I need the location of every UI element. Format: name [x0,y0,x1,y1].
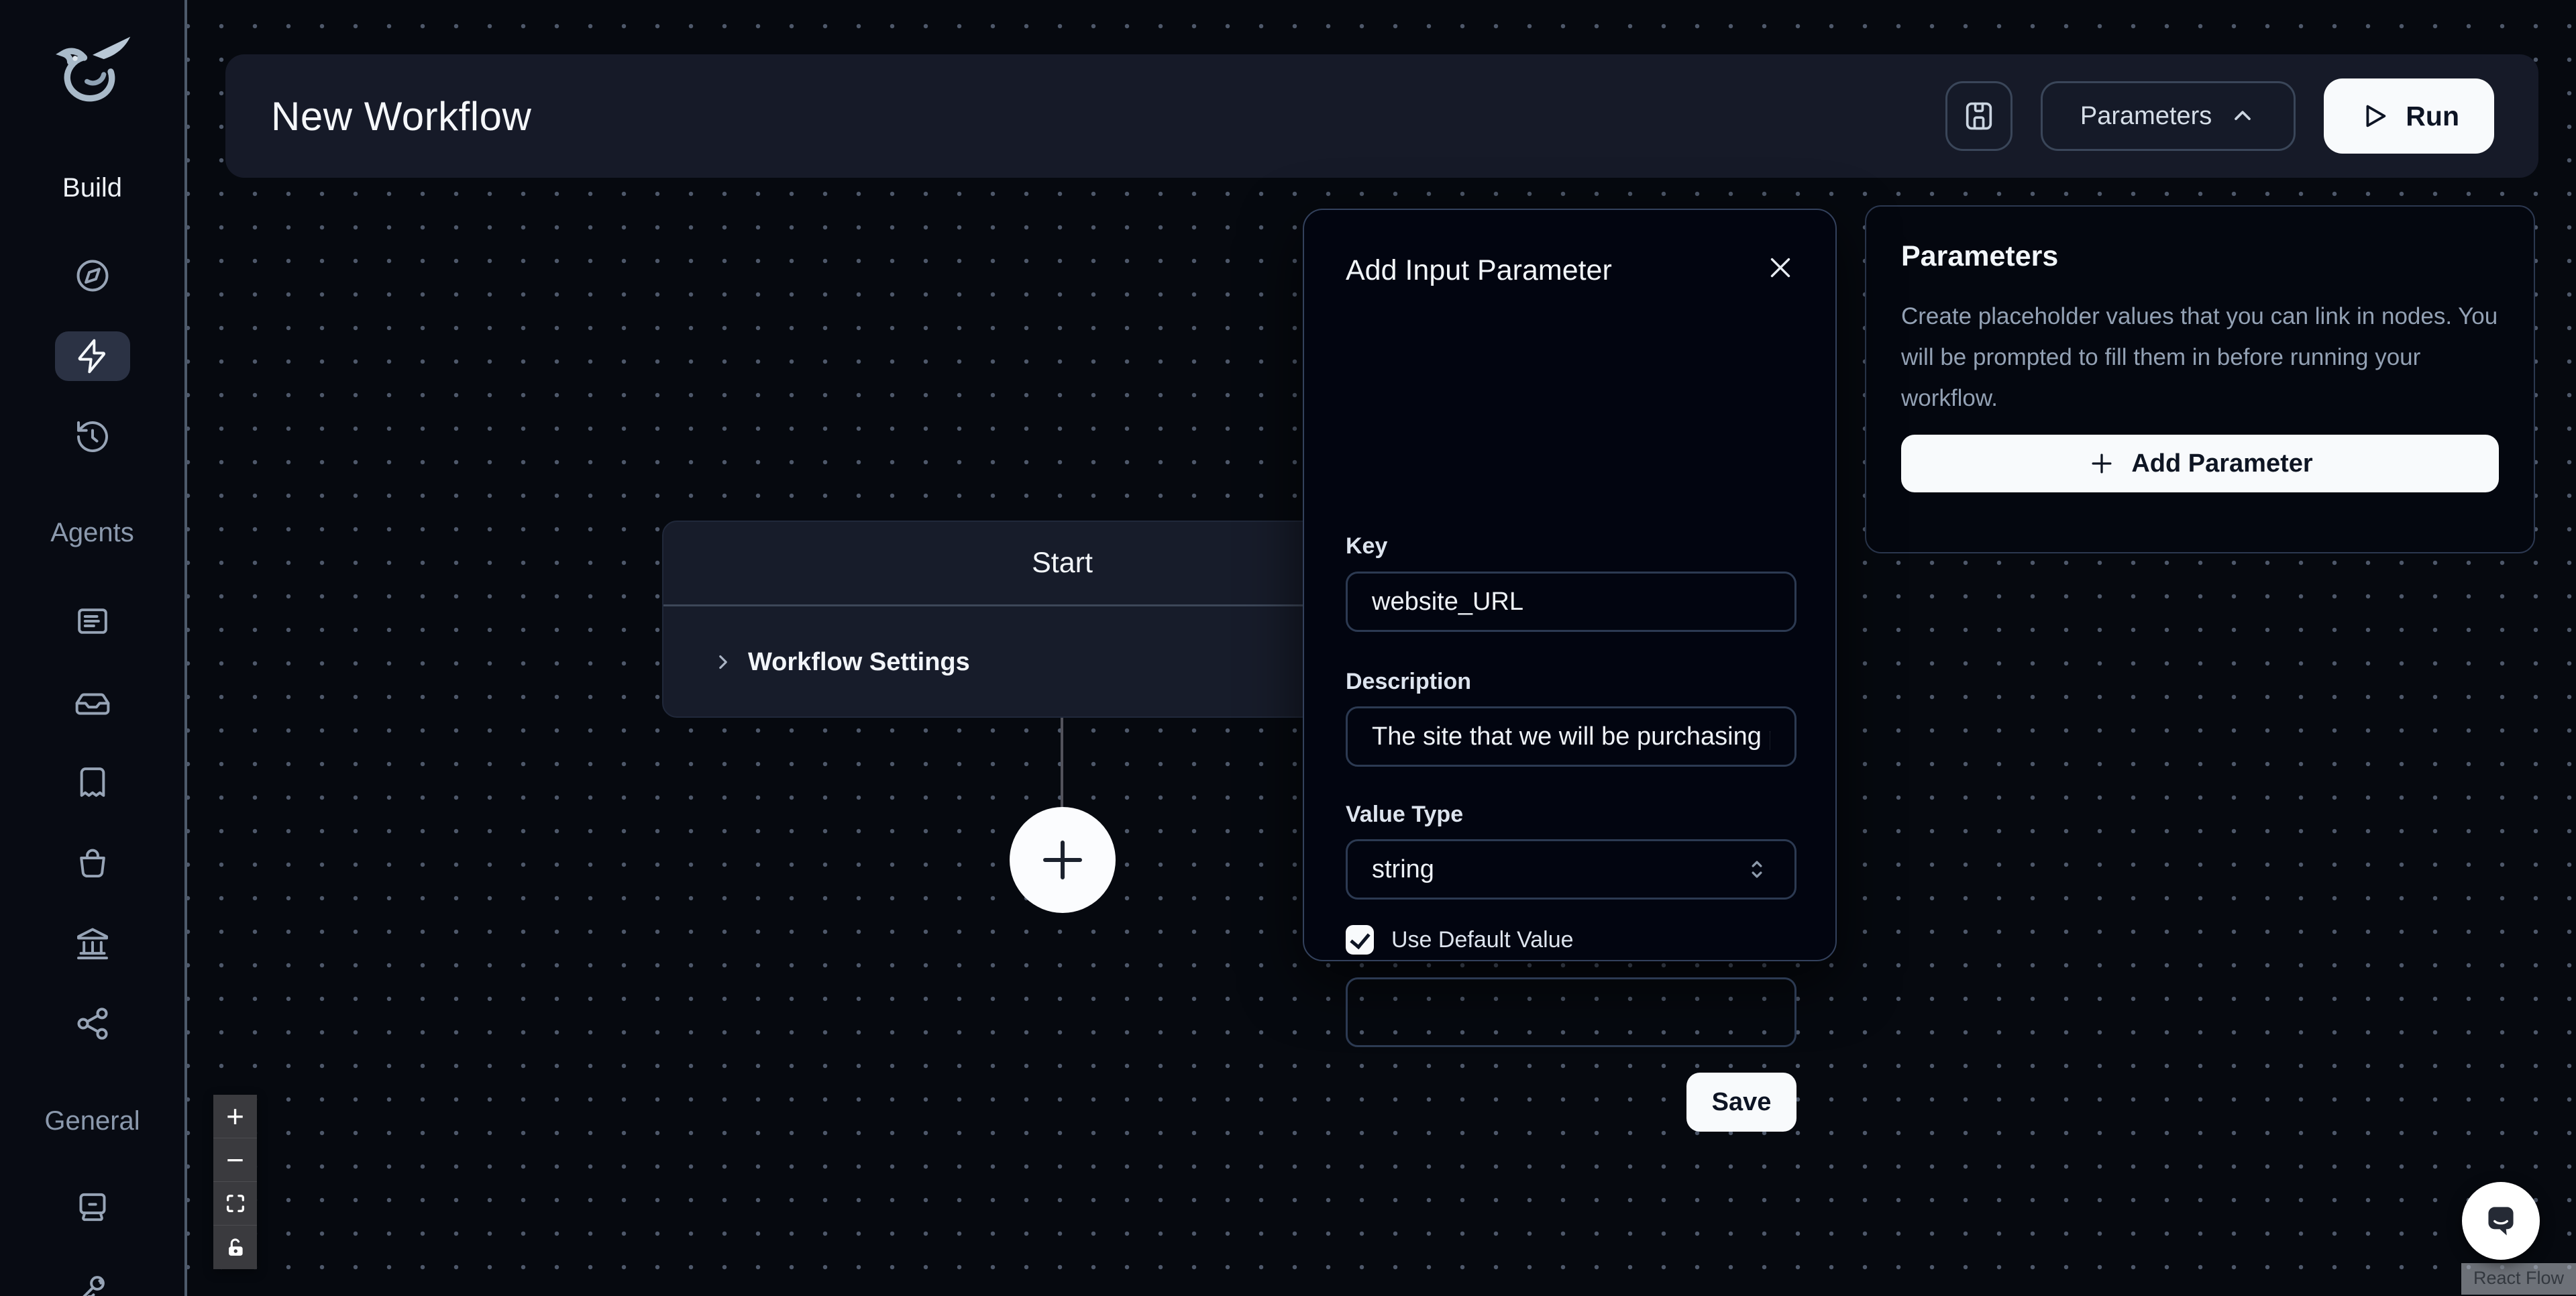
use-default-checkbox[interactable] [1346,925,1374,955]
modal-title: Add Input Parameter [1346,254,1612,287]
unlock-icon [224,1236,247,1259]
zoom-in-button[interactable]: + [213,1095,257,1138]
dragon-logo-icon [42,24,143,125]
add-node-button[interactable] [1010,807,1116,913]
sidebar-item-keys[interactable] [55,1263,130,1296]
flow-edge [1061,718,1063,812]
sidebar-item-explore[interactable] [55,251,130,301]
parameters-panel-description: Create placeholder values that you can l… [1901,296,2499,419]
workflow-header: New Workflow Parameters Run [225,54,2538,178]
default-value-input[interactable] [1346,977,1796,1047]
bank-icon [74,924,111,962]
chat-messenger-button[interactable] [2462,1182,2540,1260]
sidebar: Build Agents [0,0,187,1296]
lock-button[interactable] [213,1226,257,1269]
add-input-parameter-modal: Add Input Parameter Key Description Valu… [1303,209,1837,961]
sidebar-item-integrations[interactable] [55,999,130,1048]
sidebar-item-receipts[interactable] [55,757,130,807]
workflow-builder-app: Build Agents [0,0,2576,1296]
history-icon [74,418,111,455]
header-actions: Parameters Run [1945,78,2494,154]
react-flow-attribution[interactable]: React Flow [2461,1263,2576,1295]
sidebar-item-inbox[interactable] [55,677,130,726]
chevron-up-icon [2229,103,2256,129]
save-workflow-button[interactable] [1945,81,2012,151]
use-default-row: Use Default Value [1346,925,1574,955]
chat-bubble-icon [2479,1199,2523,1243]
notes-icon [74,602,111,640]
plus-icon [2087,449,2116,478]
sidebar-item-bank[interactable] [55,918,130,968]
key-icon [74,1269,111,1296]
sidebar-item-notes[interactable] [55,596,130,646]
parameters-panel-title: Parameters [1901,240,2499,273]
sidebar-item-history[interactable] [55,412,130,462]
select-chevrons-icon [1743,856,1770,883]
fit-view-button[interactable] [213,1182,257,1226]
sidebar-item-shop[interactable] [55,838,130,887]
run-workflow-button[interactable]: Run [2324,78,2494,154]
modal-close-button[interactable] [1760,248,1801,288]
sidebar-item-terminal[interactable] [55,1183,130,1232]
zoom-out-button[interactable]: − [213,1138,257,1182]
parameters-toggle-label: Parameters [2080,102,2212,131]
sidebar-section-build: Build [0,173,184,203]
plus-icon [1030,828,1095,892]
share-icon [74,1005,111,1042]
key-input[interactable] [1346,572,1796,632]
page-title: New Workflow [271,93,531,140]
plus-icon: + [226,1101,244,1132]
terminal-icon [74,1189,111,1226]
play-icon [2359,101,2390,131]
minus-icon: − [226,1144,244,1175]
value-type-select[interactable]: string [1346,839,1796,900]
parameters-panel: Parameters Create placeholder values tha… [1865,205,2535,553]
flow-controls: + − [213,1095,257,1269]
shopping-bag-icon [74,844,111,881]
sidebar-section-agents: Agents [0,518,184,548]
value-type-label: Value Type [1346,802,1463,828]
use-default-label: Use Default Value [1391,927,1574,953]
receipt-icon [74,763,111,801]
description-label: Description [1346,669,1471,695]
parameters-toggle-button[interactable]: Parameters [2041,81,2296,151]
key-label: Key [1346,533,1387,559]
fit-view-icon [224,1192,247,1215]
chevron-right-icon [712,651,735,673]
workflow-settings-label: Workflow Settings [748,648,970,677]
save-icon [1962,99,1996,133]
save-parameter-button[interactable]: Save [1686,1073,1796,1132]
description-input[interactable] [1346,706,1796,767]
value-type-selected: string [1372,855,1434,884]
close-icon [1765,252,1796,283]
add-parameter-label: Add Parameter [2131,449,2312,478]
run-button-label: Run [2406,101,2459,132]
sidebar-section-general: General [0,1106,184,1136]
lightning-icon [74,337,111,375]
app-logo [0,24,184,125]
sidebar-item-workflows[interactable] [55,331,130,381]
inbox-icon [74,683,111,720]
compass-icon [74,257,111,294]
add-parameter-button[interactable]: Add Parameter [1901,435,2499,492]
